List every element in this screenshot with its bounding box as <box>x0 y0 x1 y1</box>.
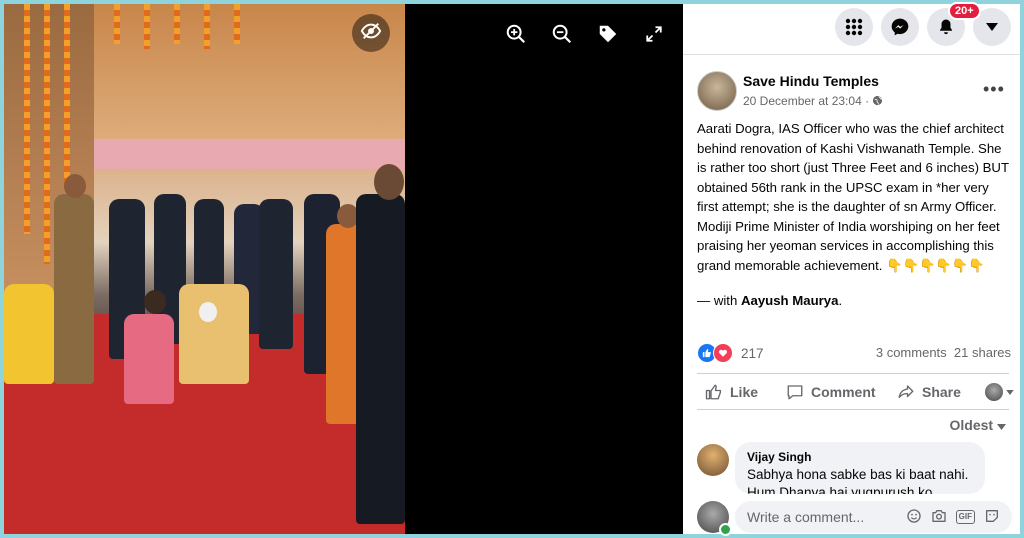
comment-button[interactable]: Comment <box>786 381 876 403</box>
post-body: Aarati Dogra, IAS Officer who was the ch… <box>697 121 1009 273</box>
comment-text: Sabhya hona sabke bas ki baat nahi. Hum … <box>747 467 969 494</box>
messenger-button[interactable] <box>881 8 919 46</box>
tag-icon <box>599 25 617 43</box>
hide-photo-button[interactable] <box>352 14 390 52</box>
online-indicator <box>719 523 732 536</box>
comment-input-placeholder: Write a comment... <box>747 509 865 525</box>
love-reaction-icon <box>713 343 733 363</box>
grid-menu-icon <box>845 18 863 36</box>
gif-label: GIF <box>958 512 972 521</box>
caret-down-icon <box>997 424 1006 430</box>
menu-button[interactable] <box>835 8 873 46</box>
page-avatar[interactable] <box>697 71 737 111</box>
like-label: Like <box>730 384 759 400</box>
divider <box>697 409 1009 410</box>
post-date-text: 20 December at 23:04 · <box>743 94 870 108</box>
shares-count-link[interactable]: 21 shares <box>954 345 1011 360</box>
photo-viewer[interactable] <box>4 4 683 534</box>
zoom-out-icon <box>552 24 572 44</box>
tag-photo-button[interactable] <box>594 20 622 48</box>
with-suffix: . <box>838 293 843 308</box>
photo-attach-button[interactable] <box>931 508 947 527</box>
caret-down-icon <box>986 23 998 31</box>
eye-slash-icon <box>360 20 382 47</box>
comments-count-link[interactable]: 3 comments <box>876 345 947 360</box>
camera-icon <box>931 509 946 522</box>
commenter-avatar[interactable] <box>697 444 729 476</box>
globe-icon <box>873 95 883 106</box>
post-options-button[interactable]: ••• <box>983 79 1005 100</box>
messenger-icon <box>891 18 909 36</box>
tagged-user-link[interactable]: Aayush Maurya <box>741 293 838 308</box>
with-prefix: — with <box>697 293 741 308</box>
sticker-button[interactable] <box>984 508 1000 527</box>
emoji-button[interactable] <box>906 508 922 527</box>
zoom-out-button[interactable] <box>548 20 576 48</box>
comment-bubble: Vijay Singh Sabhya hona sabke bas ki baa… <box>735 442 985 494</box>
emoji-icon <box>906 508 921 523</box>
react-as-selector[interactable] <box>985 381 1021 403</box>
share-icon <box>898 385 914 398</box>
viewer-avatar-small <box>985 383 1003 401</box>
reaction-count: 217 <box>741 345 764 361</box>
notifications-badge: 20+ <box>948 2 981 20</box>
comment-sort-dropdown[interactable]: Oldest <box>950 417 1006 433</box>
page-name-link[interactable]: Save Hindu Temples <box>743 73 879 89</box>
post-photo <box>4 4 405 534</box>
post-stats: 3 comments 21 shares <box>876 345 1011 360</box>
comment-icon <box>787 385 803 400</box>
zoom-in-button[interactable] <box>502 20 530 48</box>
sort-label: Oldest <box>949 417 994 433</box>
post-panel: Save Hindu Temples 20 December at 23:04 … <box>683 54 1021 536</box>
sticker-icon <box>986 509 998 522</box>
divider <box>697 373 1009 374</box>
tagged-line: — with Aayush Maurya. <box>697 293 842 308</box>
fullscreen-icon <box>646 26 662 42</box>
like-icon <box>705 384 722 400</box>
share-button[interactable]: Share <box>897 381 961 403</box>
like-button[interactable]: Like <box>705 381 758 403</box>
comment-label: Comment <box>811 384 876 400</box>
comment-input[interactable]: Write a comment... GIF <box>735 501 1012 533</box>
reactions-summary[interactable]: 217 <box>697 343 764 363</box>
share-label: Share <box>922 384 961 400</box>
bell-icon <box>940 19 952 35</box>
caret-down-icon <box>1006 389 1014 395</box>
commenter-name-link[interactable]: Vijay Singh <box>747 450 973 464</box>
zoom-in-icon <box>506 24 526 44</box>
gif-button[interactable]: GIF <box>955 510 975 524</box>
fullscreen-button[interactable] <box>640 20 668 48</box>
post-timestamp[interactable]: 20 December at 23:04 · <box>743 94 883 108</box>
